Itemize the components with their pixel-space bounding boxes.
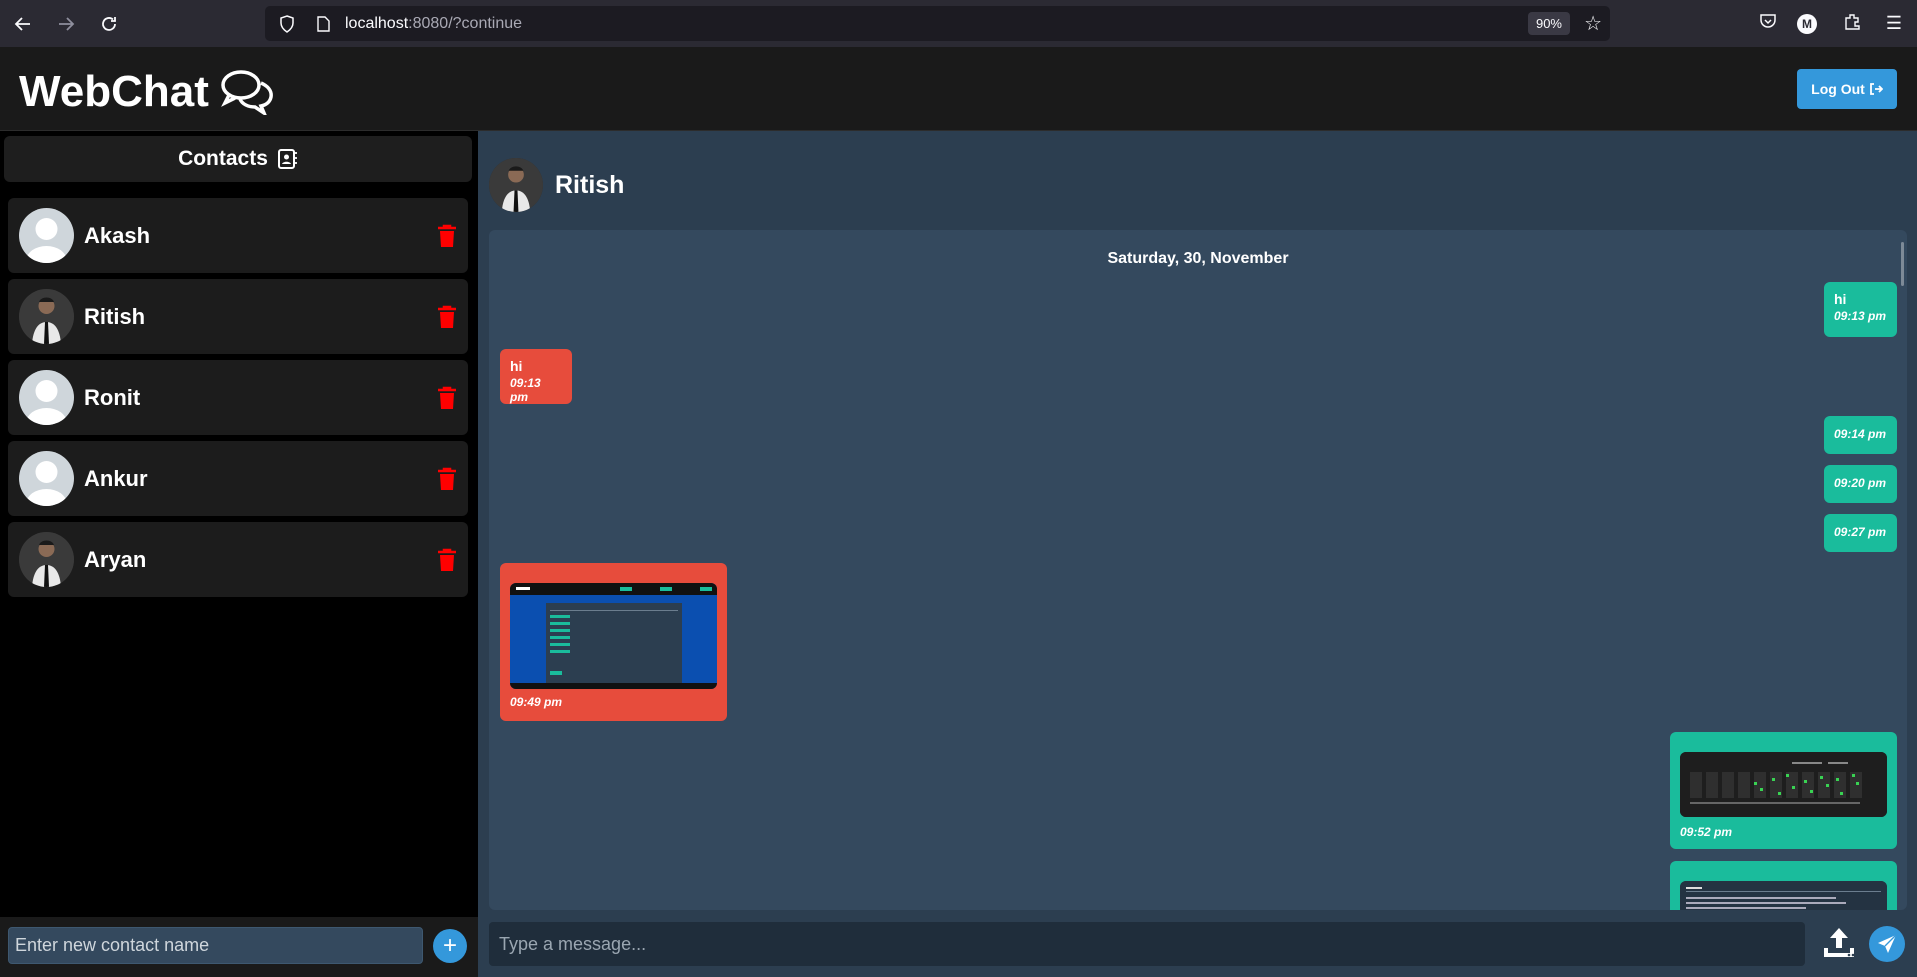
account-avatar: M — [1797, 13, 1817, 34]
url-text: localhost:8080/?continue — [345, 15, 522, 33]
message-time: 09:49 pm — [510, 695, 563, 709]
message-outgoing-image[interactable]: 09:52 pm — [1670, 732, 1897, 849]
message-scrollbar[interactable] — [1901, 242, 1904, 286]
contact-name: Ronit — [84, 384, 141, 410]
default-avatar — [19, 208, 74, 263]
new-contact-bar: Enter new contact name + — [0, 917, 478, 977]
contact-item[interactable]: Ronit — [8, 360, 468, 435]
address-book-icon — [277, 149, 297, 169]
reload-icon — [102, 16, 116, 31]
trash-icon[interactable] — [436, 548, 458, 572]
message-text: hi — [1834, 291, 1847, 307]
message-outgoing[interactable]: 09:27 pm — [1824, 514, 1897, 552]
contact-name: Akash — [84, 222, 151, 248]
bookmark-star-icon[interactable]: ☆ — [1584, 11, 1602, 36]
message-outgoing[interactable]: 09:14 pm — [1824, 416, 1897, 454]
toolbar-right: M ☰ — [1755, 6, 1907, 41]
brand-title: WebChat — [19, 67, 209, 116]
address-bar[interactable]: localhost:8080/?continue 90% ☆ — [265, 6, 1610, 41]
logout-button[interactable]: Log Out — [1797, 69, 1897, 109]
forward-button[interactable] — [46, 4, 86, 44]
message-input[interactable]: Type a message... — [489, 922, 1805, 966]
message-text: hi — [510, 358, 523, 374]
message-time: 09:13 pm — [510, 376, 541, 404]
message-list[interactable]: Saturday, 30, November hi 09:13 pm hi 09… — [489, 230, 1907, 910]
image-attachment[interactable] — [1680, 752, 1887, 817]
message-time: 09:27 pm — [1834, 525, 1887, 539]
contact-photo — [19, 289, 74, 344]
contact-item[interactable]: Ankur — [8, 441, 468, 516]
pocket-icon[interactable] — [1755, 12, 1781, 35]
back-arrow-icon — [14, 16, 30, 31]
trash-icon[interactable] — [436, 467, 458, 491]
message-incoming-image[interactable]: 09:49 pm — [500, 563, 727, 721]
message-time: 09:13 pm — [1834, 309, 1887, 323]
menu-icon[interactable]: ☰ — [1881, 13, 1907, 34]
trash-icon[interactable] — [436, 386, 458, 410]
send-button[interactable] — [1869, 926, 1905, 962]
default-avatar — [19, 370, 74, 425]
new-contact-input[interactable]: Enter new contact name — [8, 927, 423, 964]
url-path: :8080/?continue — [408, 14, 523, 32]
contacts-header: Contacts — [4, 136, 472, 182]
message-outgoing[interactable]: hi 09:13 pm — [1824, 282, 1897, 337]
forward-arrow-icon — [59, 16, 75, 31]
default-avatar — [19, 451, 74, 506]
paper-plane-icon — [1878, 934, 1897, 953]
app-header: WebChat Log Out — [0, 47, 1917, 131]
contact-name: Aryan — [84, 546, 147, 572]
date-separator: Saturday, 30, November — [1107, 250, 1289, 267]
reload-button[interactable] — [89, 4, 129, 44]
image-attachment[interactable] — [510, 583, 717, 689]
image-attachment[interactable] — [1680, 881, 1887, 910]
contact-item[interactable]: Ritish — [8, 279, 468, 354]
message-outgoing[interactable]: 09:20 pm — [1824, 465, 1897, 503]
sign-out-icon — [1869, 83, 1883, 95]
contact-item[interactable]: Aryan — [8, 522, 468, 597]
account-button[interactable]: M — [1797, 13, 1823, 34]
browser-toolbar: localhost:8080/?continue 90% ☆ M ☰ — [0, 0, 1917, 47]
contact-item[interactable]: Akash — [8, 198, 468, 273]
message-incoming[interactable]: hi 09:13 pm — [500, 349, 572, 404]
back-button[interactable] — [3, 4, 43, 44]
contact-name: Ritish — [84, 303, 146, 329]
shield-icon[interactable] — [273, 14, 301, 33]
url-host: localhost — [345, 14, 409, 32]
trash-icon[interactable] — [436, 305, 458, 329]
page-icon — [309, 15, 337, 32]
upload-icon — [1824, 928, 1855, 957]
chat-bubbles-icon — [220, 70, 273, 115]
chat-contact-avatar — [489, 158, 543, 212]
message-time: 09:20 pm — [1834, 476, 1887, 490]
brand: WebChat — [19, 67, 275, 117]
contact-name: Ankur — [84, 465, 148, 491]
contacts-title: Contacts — [178, 147, 268, 170]
upload-button[interactable] — [1819, 924, 1859, 964]
zoom-indicator[interactable]: 90% — [1527, 12, 1570, 35]
message-time: 09:52 pm — [1680, 825, 1733, 839]
chat-panel: Ritish Saturday, 30, November hi 09:13 p… — [478, 131, 1917, 977]
contact-photo — [19, 532, 74, 587]
chat-contact-name: Ritish — [555, 171, 625, 199]
message-outgoing-image[interactable] — [1670, 861, 1897, 910]
trash-icon[interactable] — [436, 224, 458, 248]
extensions-icon[interactable] — [1839, 12, 1865, 35]
contacts-sidebar: Contacts Akash Ritish Ronit Ankur Aryan … — [0, 131, 478, 977]
logout-label: Log Out — [1811, 81, 1865, 97]
message-time: 09:14 pm — [1834, 427, 1887, 441]
add-contact-button[interactable]: + — [433, 929, 467, 963]
